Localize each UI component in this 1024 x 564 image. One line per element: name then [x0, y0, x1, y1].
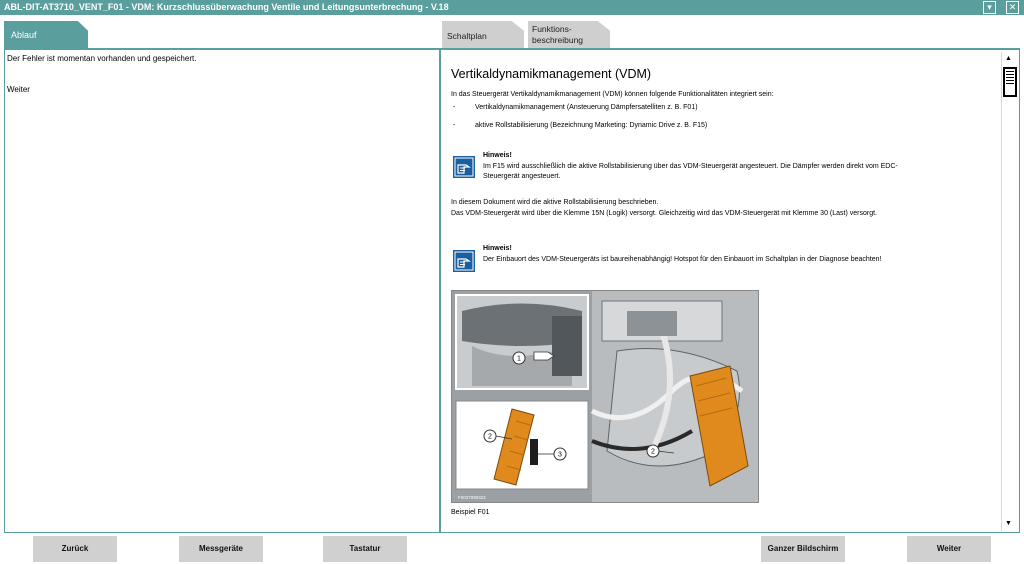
installation-photo: 1 2 3 2 F0037090322: [451, 290, 759, 503]
next-button[interactable]: Weiter: [907, 536, 991, 562]
status-message: Der Fehler ist momentan vorhanden und ge…: [7, 54, 197, 63]
paragraph-2b: Das VDM-Steuergerät wird über die Klemme…: [451, 209, 877, 217]
callout-1: 1: [517, 356, 521, 363]
tab-funktion-label-line1: Funktions-: [532, 24, 572, 34]
scroll-up-icon[interactable]: ▲: [1005, 55, 1012, 62]
intro-paragraph: In das Steuergerät Vertikaldynamikmanage…: [451, 91, 774, 98]
back-button[interactable]: Zurück: [33, 536, 117, 562]
document-title: Vertikaldynamikmanagement (VDM): [451, 67, 652, 81]
window-title-bar: ABL-DIT-AT3710_VENT_F01 - VDM: Kurzschlu…: [0, 0, 1024, 15]
image-code: F0037090322: [458, 495, 486, 500]
scroll-thumb[interactable]: [1003, 67, 1017, 97]
note-hand-icon: [453, 250, 475, 272]
paragraph-2a: In diesem Dokument wird die aktive Rolls…: [451, 199, 659, 206]
callout-2: 2: [651, 449, 655, 456]
bullet-marker: -: [453, 122, 456, 129]
ablauf-panel: Der Fehler ist momentan vorhanden und ge…: [4, 49, 440, 533]
tab-funktionsbeschreibung[interactable]: Funktions- beschreibung: [528, 21, 610, 49]
tab-ablauf-label: Ablauf: [11, 30, 37, 40]
bullet-item: aktive Rollstabilisierung (Bezeichnung M…: [475, 122, 708, 129]
note-1: Hinweis! Im F15 wird ausschließlich die …: [483, 151, 903, 183]
note-2: Hinweis! Der Einbauort des VDM-Steuerger…: [483, 244, 903, 265]
tab-strip: Ablauf Schaltplan Funktions- beschreibun…: [0, 15, 1024, 49]
weiter-link[interactable]: Weiter: [7, 85, 30, 94]
tab-ablauf[interactable]: Ablauf: [4, 21, 88, 49]
note-1-heading: Hinweis!: [483, 152, 512, 159]
tab-schaltplan[interactable]: Schaltplan: [442, 21, 524, 49]
tab-funktion-label-line2: beschreibung: [532, 35, 584, 45]
fullscreen-button[interactable]: Ganzer Bildschirm: [761, 536, 845, 562]
measuring-devices-button[interactable]: Messgeräte: [179, 536, 263, 562]
tab-schaltplan-label: Schaltplan: [447, 31, 487, 41]
callout-3: 3: [558, 452, 562, 459]
note-2-text: Der Einbauort des VDM-Steuergeräts ist b…: [483, 255, 882, 263]
footer-toolbar: Zurück Messgeräte Tastatur Ganzer Bildsc…: [0, 533, 1024, 564]
close-icon[interactable]: ✕: [1006, 1, 1019, 14]
figure-caption: Beispiel F01: [451, 509, 490, 516]
keyboard-button[interactable]: Tastatur: [323, 536, 407, 562]
scroll-down-icon[interactable]: ▼: [1005, 520, 1012, 527]
minimize-icon[interactable]: ▾: [983, 1, 996, 14]
note-1-text: Im F15 wird ausschließlich die aktive Ro…: [483, 162, 898, 181]
document-scrollbar[interactable]: ▲ ▼: [1001, 52, 1018, 531]
callout-2: 2: [488, 434, 492, 441]
bullet-item: Vertikaldynamikmanagement (Ansteuerung D…: [475, 104, 698, 111]
document-panel[interactable]: Vertikaldynamikmanagement (VDM) In das S…: [440, 49, 1020, 533]
note-hand-icon: [453, 156, 475, 178]
note-2-heading: Hinweis!: [483, 245, 512, 252]
bullet-marker: -: [453, 104, 456, 111]
window-title: ABL-DIT-AT3710_VENT_F01 - VDM: Kurzschlu…: [4, 2, 449, 12]
